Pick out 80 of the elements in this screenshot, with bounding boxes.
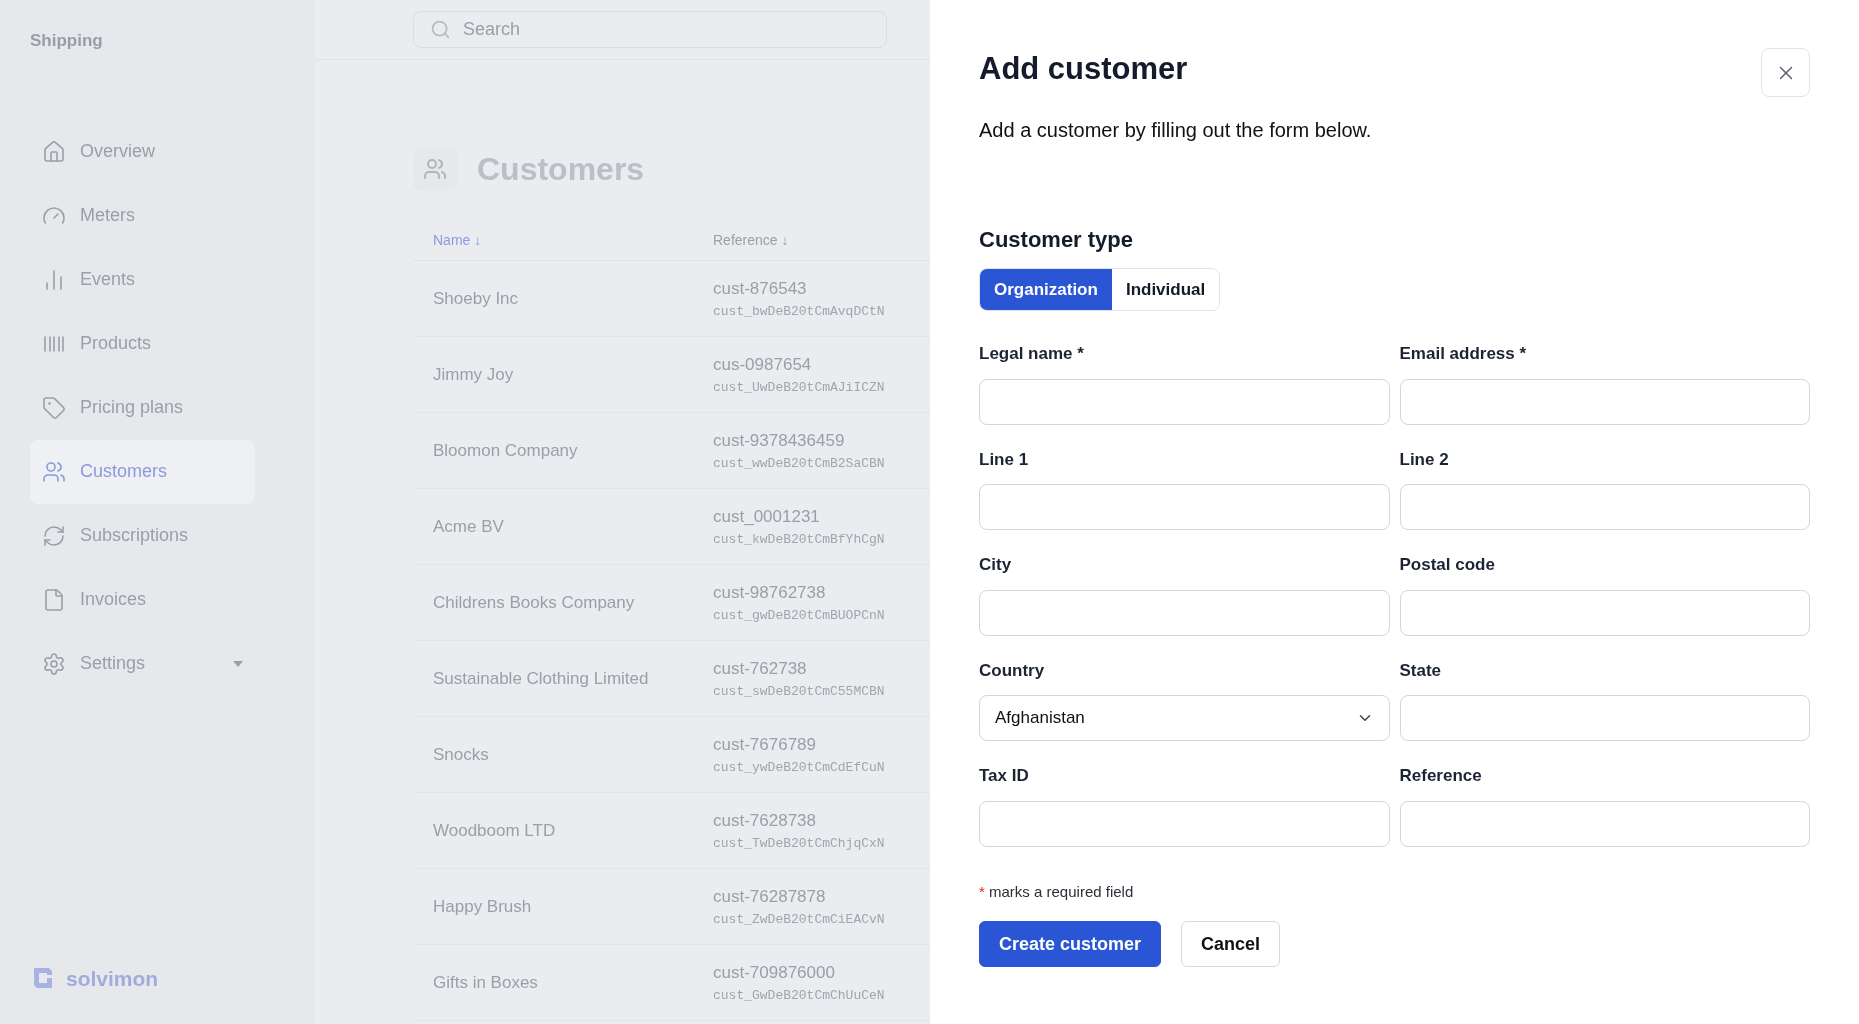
- input-field[interactable]: [979, 589, 1390, 636]
- required-note: * marks a required field: [979, 881, 1135, 902]
- refresh-icon: [42, 523, 66, 548]
- table-cell-text: cust_UwDeB20tCmAJiICZN: [713, 378, 885, 397]
- table-cell-text: Jimmy Joy: [432, 363, 515, 386]
- table-cell-text: cust_wwDeB20tCmB2SaCBN: [713, 454, 885, 473]
- table-cell-text: cust_0001231: [713, 506, 821, 528]
- table-cell-text: cust_TwDeB20tCmChjqCxN: [713, 834, 885, 853]
- table-cell-text: Sustainable Clothing Limited: [432, 667, 650, 690]
- input-field[interactable]: [979, 484, 1390, 530]
- column-header[interactable]: Reference ↓: [713, 230, 789, 251]
- table-cell-text: cust_ywDeB20tCmCdEfCuN: [713, 758, 885, 777]
- input-field[interactable]: [1399, 378, 1810, 425]
- sidebar-item[interactable]: Events: [30, 247, 255, 312]
- table-cell-text: Shoeby Inc: [432, 287, 520, 310]
- search-icon: [430, 19, 451, 40]
- home-icon: [42, 139, 66, 164]
- create-button[interactable]: Create customer: [979, 921, 1162, 967]
- file-icon: [42, 587, 66, 612]
- table-cell-text: cust-9378436459: [713, 430, 846, 452]
- input-field[interactable]: [979, 378, 1390, 425]
- field-label: Reference: [1399, 765, 1483, 787]
- sidebar-item[interactable]: Meters: [30, 183, 255, 248]
- sidebar-item[interactable]: Products: [30, 311, 255, 376]
- table-cell-text: cust-76287878: [713, 886, 827, 908]
- field-label: City: [979, 554, 1013, 576]
- input-field[interactable]: [979, 800, 1390, 847]
- dialog-title: Add customer: [979, 50, 1188, 88]
- sidebar-item[interactable]: Settings: [30, 631, 255, 696]
- field-label: State: [1399, 659, 1443, 682]
- input-field[interactable]: [1399, 800, 1810, 847]
- country-select[interactable]: Afghanistan: [979, 695, 1390, 741]
- settings-icon: [42, 651, 66, 676]
- segment-option[interactable]: Organization: [980, 269, 1112, 310]
- tag-icon: [42, 395, 66, 420]
- input-field[interactable]: [1399, 484, 1810, 530]
- section-title: Customer type: [979, 226, 1135, 254]
- table-cell-text: cust-7676789: [713, 734, 818, 756]
- table-cell-text: cust_kwDeB20tCmBfYhCgN: [713, 530, 885, 549]
- table-cell-text: cust_swDeB20tCmC55MCBN: [713, 682, 885, 701]
- table-cell-text: cust_bwDeB20tCmAvqDCtN: [713, 302, 885, 321]
- close-button[interactable]: [1761, 48, 1810, 97]
- users-icon: [42, 459, 66, 484]
- table-cell-text: cust-762738: [713, 658, 808, 680]
- sidebar-item[interactable]: Overview: [30, 119, 255, 184]
- workspace-title: Shipping: [30, 30, 104, 52]
- input-field[interactable]: [1399, 695, 1810, 741]
- table-cell-text: Childrens Books Company: [432, 591, 636, 614]
- search-field[interactable]: Search: [413, 11, 887, 48]
- field-label: Legal name *: [979, 343, 1085, 365]
- input-field[interactable]: [1399, 589, 1810, 636]
- table-cell-text: Gifts in Boxes: [432, 971, 539, 994]
- table-cell-text: Bloomon Company: [432, 439, 579, 462]
- table-cell-text: cust_ZwDeB20tCmCiEACvN: [713, 910, 885, 929]
- dialog-description: Add a customer by filling out the form below.: [979, 118, 1373, 143]
- table-cell-text: Happy Brush: [432, 895, 533, 918]
- field-label: Country: [979, 659, 1046, 682]
- column-header[interactable]: Name ↓: [413, 230, 713, 251]
- users-icon: [423, 157, 447, 181]
- table-cell-text: cust_gwDeB20tCmBUOPCnN: [713, 606, 885, 625]
- table-cell-text: Snocks: [432, 743, 490, 766]
- table-cell-text: cust-876543: [713, 278, 808, 300]
- sidebar-item[interactable]: Subscriptions: [30, 503, 255, 568]
- logo-text: solvimon: [66, 965, 159, 992]
- cancel-button[interactable]: Cancel: [1181, 921, 1281, 967]
- table-cell-text: Acme BV: [432, 515, 505, 538]
- field-label: Postal code: [1399, 554, 1496, 576]
- table-cell-text: cus-0987654: [713, 354, 813, 376]
- field-label: Line 1: [979, 448, 1030, 471]
- table-cell-text: Woodboom LTD: [432, 819, 557, 842]
- sidebar-item[interactable]: Invoices: [30, 567, 255, 632]
- table-cell-text: cust_GwDeB20tCmChUuCeN: [713, 986, 885, 1005]
- field-label: Line 2: [1399, 448, 1450, 471]
- table-cell-text: cust-98762738: [713, 582, 827, 604]
- table-cell-text: cust-7628738: [713, 810, 818, 832]
- sidebar-item[interactable]: Customers: [30, 439, 255, 504]
- sidebar-item[interactable]: Pricing plans: [30, 375, 255, 440]
- table-cell-text: cust-709876000: [713, 962, 836, 984]
- field-label: Tax ID: [979, 765, 1030, 787]
- field-label: Email address *: [1399, 343, 1528, 365]
